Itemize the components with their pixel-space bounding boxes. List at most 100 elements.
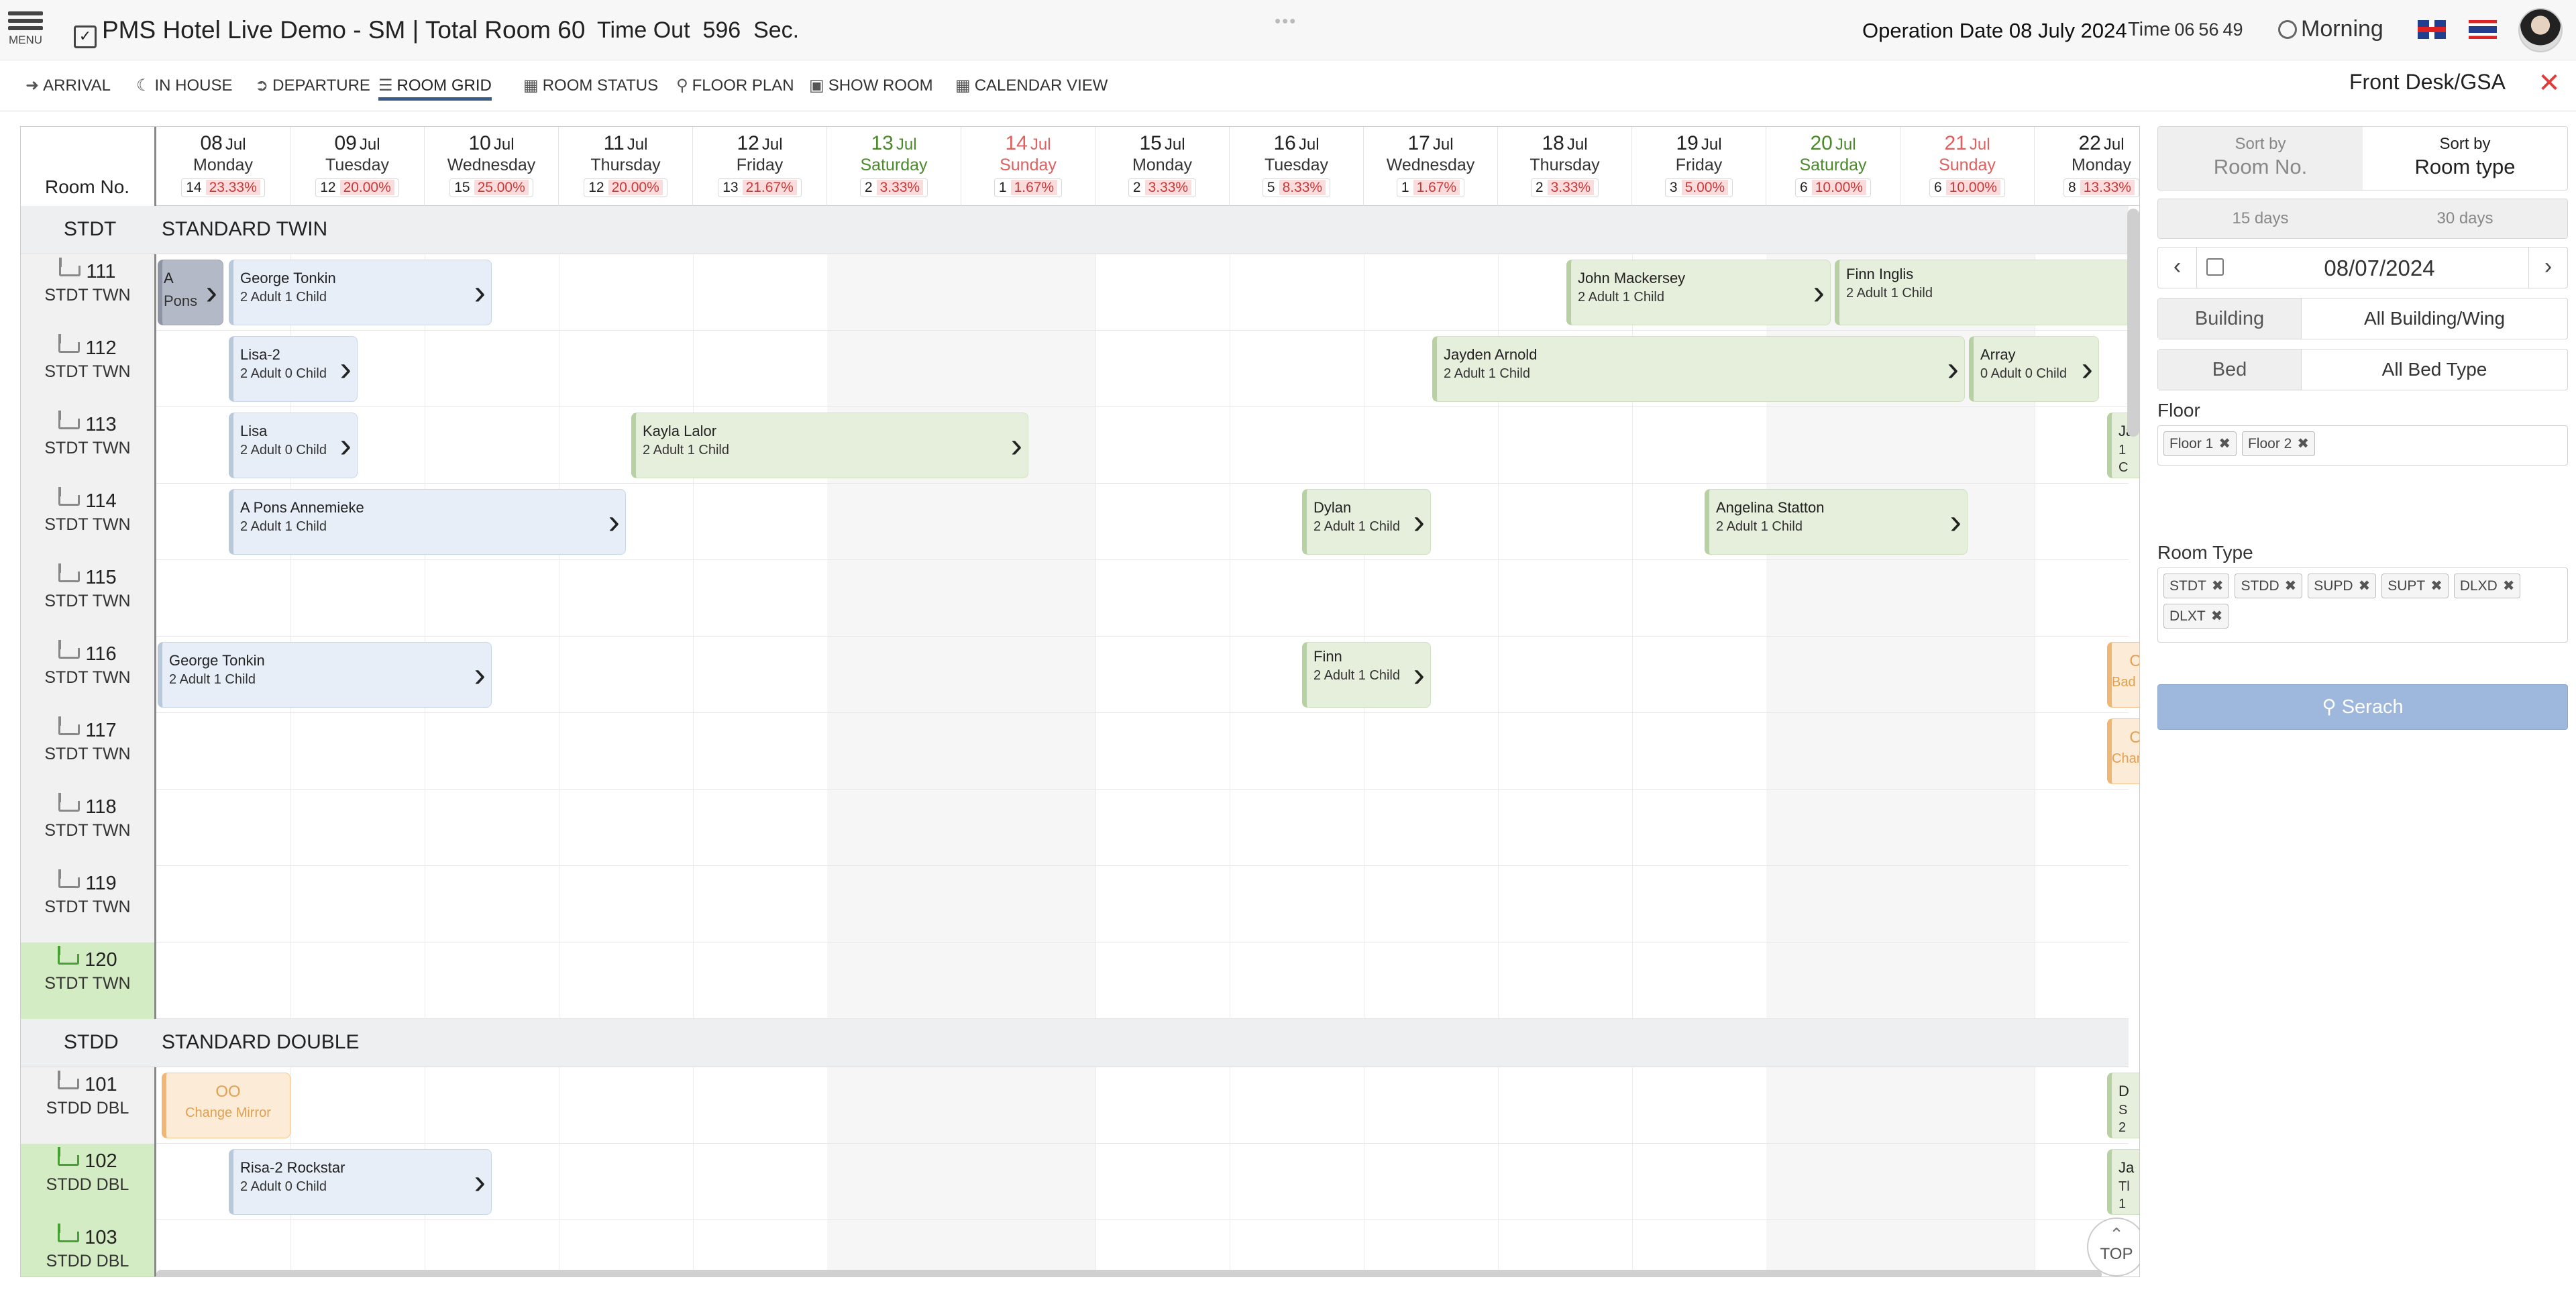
- vertical-scrollbar[interactable]: [2127, 209, 2139, 437]
- room-type-tag[interactable]: STDT ✖: [2163, 574, 2230, 598]
- room-type-code: STDT TWN: [44, 592, 131, 610]
- nav-item-departure[interactable]: ➲ DEPARTURE: [255, 74, 370, 101]
- sort-room-no-button[interactable]: Sort by Room No.: [2158, 127, 2363, 190]
- booking-block[interactable]: Ja Tl 1: [2107, 1149, 2139, 1215]
- room-type-code: STDT TWN: [44, 821, 131, 840]
- room-number: 112: [21, 334, 154, 360]
- day-name: Tuesday: [1265, 156, 1328, 174]
- day-number: 18: [1542, 132, 1564, 154]
- scroll-top-button[interactable]: ⌃ TOP: [2087, 1217, 2139, 1277]
- day-date: 17 Jul: [1364, 132, 1497, 155]
- room-label[interactable]: 102 STDD DBL: [21, 1144, 156, 1220]
- room-label[interactable]: 111 STDT TWN: [21, 254, 156, 331]
- occupancy-count: 13: [722, 180, 739, 195]
- day-name: Friday: [1675, 156, 1723, 174]
- booking-block[interactable]: Jayden Arnold 2 Adult 1 Child ›: [1432, 336, 1965, 402]
- date-input[interactable]: 08/07/2024: [2245, 256, 2514, 281]
- booking-block[interactable]: Lisa-2 2 Adult 0 Child ›: [229, 336, 358, 402]
- booking-block[interactable]: DS 2: [2107, 1073, 2139, 1138]
- room-type-tag[interactable]: STDD ✖: [2235, 574, 2303, 598]
- floor-tag[interactable]: Floor 1 ✖: [2163, 431, 2237, 456]
- booking-block[interactable]: A Pons Annemieke 2 Adult 1 Child ›: [229, 489, 626, 555]
- booking-block[interactable]: Angelina Statton 2 Adult 1 Child ›: [1705, 489, 1968, 555]
- remove-tag-icon[interactable]: ✖: [2359, 578, 2371, 594]
- chevron-right-icon: ›: [1010, 426, 1022, 465]
- search-button[interactable]: ⚲ Serach: [2157, 684, 2568, 730]
- user-avatar[interactable]: [2518, 8, 2563, 52]
- room-label[interactable]: 113 STDT TWN: [21, 407, 156, 484]
- room-label[interactable]: 101 STDD DBL: [21, 1067, 156, 1144]
- section-code: STDT: [64, 218, 117, 240]
- remove-tag-icon[interactable]: ✖: [2211, 608, 2223, 624]
- room-number: 117: [21, 716, 154, 742]
- booking-block[interactable]: George Tonkin 2 Adult 1 Child ›: [229, 260, 492, 325]
- day-date: 18 Jul: [1498, 132, 1631, 155]
- room-type-tag[interactable]: SUPD ✖: [2308, 574, 2377, 598]
- booking-block[interactable]: George Tonkin 2 Adult 1 Child ›: [158, 642, 492, 708]
- booking-block[interactable]: Dylan 2 Adult 1 Child ›: [1302, 489, 1431, 555]
- room-label[interactable]: 115 STDT TWN: [21, 560, 156, 637]
- remove-tag-icon[interactable]: ✖: [2297, 436, 2309, 451]
- day-month: Jul: [2103, 136, 2125, 154]
- nav-item-room-grid[interactable]: ☰ ROOM GRID: [378, 74, 492, 101]
- out-of-order-block[interactable]: OO Change Mirror: [162, 1073, 290, 1138]
- booking-block[interactable]: Kayla Lalor 2 Adult 1 Child ›: [631, 413, 1028, 478]
- nav-item-arrival[interactable]: ➜ ARRIVAL: [25, 74, 111, 101]
- booking-block[interactable]: Risa-2 Rockstar 2 Adult 0 Child ›: [229, 1149, 492, 1215]
- out-of-order-reason: Bad Smell: [2112, 675, 2139, 690]
- bed-select[interactable]: All Bed Type: [2302, 349, 2567, 390]
- day-number: 21: [1944, 132, 1967, 154]
- range-30-days-button[interactable]: 30 days: [2363, 199, 2567, 238]
- nav-item-calendar-view[interactable]: ▦ CALENDAR VIEW: [955, 74, 1108, 101]
- day-column-header: 08 Jul Monday 14 23.33%: [156, 127, 290, 206]
- check-square-icon: ✓: [74, 25, 97, 48]
- remove-tag-icon[interactable]: ✖: [2503, 578, 2515, 594]
- room-label[interactable]: 117 STDT TWN: [21, 713, 156, 790]
- english-flag-icon[interactable]: [2418, 20, 2446, 39]
- room-type-tag[interactable]: SUPT ✖: [2381, 574, 2449, 598]
- floor-tag[interactable]: Floor 2 ✖: [2241, 431, 2315, 456]
- booking-block[interactable]: Array 0 Adult 0 Child ›: [1969, 336, 2099, 402]
- remove-tag-icon[interactable]: ✖: [2212, 578, 2224, 594]
- nav-item-room-status[interactable]: ▦ ROOM STATUS: [523, 74, 658, 101]
- room-type-tag[interactable]: DLXT ✖: [2163, 604, 2229, 629]
- horizontal-scrollbar[interactable]: [156, 1270, 2102, 1277]
- room-label[interactable]: 103 STDD DBL: [21, 1220, 156, 1277]
- section-code: STDD: [64, 1031, 119, 1053]
- booking-block[interactable]: Lisa 2 Adult 0 Child ›: [229, 413, 358, 478]
- drag-handle[interactable]: •••: [1275, 11, 1297, 32]
- booking-block[interactable]: John Mackersey 2 Adult 1 Child ›: [1566, 260, 1831, 325]
- bed-icon: [58, 411, 80, 429]
- room-label[interactable]: 120 STDT TWN: [21, 942, 156, 1019]
- guest-pax: 2 Adult 1 Child: [1313, 668, 1400, 683]
- room-label[interactable]: 118 STDT TWN: [21, 790, 156, 866]
- out-of-order-block[interactable]: OO Bad Smell: [2107, 642, 2139, 708]
- menu-button[interactable]: MENU: [5, 8, 46, 55]
- room-label[interactable]: 119 STDT TWN: [21, 866, 156, 942]
- booking-block[interactable]: Finn Inglis2 Adult 1 Child›: [1835, 260, 2139, 325]
- remove-tag-icon[interactable]: ✖: [2430, 578, 2443, 594]
- next-date-button[interactable]: ›: [2528, 248, 2567, 288]
- occupancy-count: 2: [1535, 180, 1544, 195]
- nav-item-floor-plan[interactable]: ⚲ FLOOR PLAN: [676, 74, 794, 101]
- booking-block[interactable]: Finn 2 Adult 1 Child ›: [1302, 642, 1431, 708]
- close-button[interactable]: ✕: [2536, 70, 2563, 98]
- nav-item-show-room[interactable]: ▣ SHOW ROOM: [809, 74, 933, 101]
- room-type-tag[interactable]: DLXD ✖: [2453, 574, 2521, 598]
- nav-item-in-house[interactable]: ☾ IN HOUSE: [136, 74, 233, 101]
- room-type-multiselect[interactable]: STDT ✖ STDD ✖ SUPD ✖ SUPT ✖ DLXD ✖ DLXT ✖: [2157, 567, 2568, 643]
- out-of-order-block[interactable]: OO Change Mi: [2107, 718, 2139, 784]
- room-label[interactable]: 116 STDT TWN: [21, 637, 156, 713]
- range-15-days-button[interactable]: 15 days: [2158, 199, 2363, 238]
- room-label[interactable]: 114 STDT TWN: [21, 484, 156, 560]
- prev-date-button[interactable]: ‹: [2158, 248, 2197, 288]
- thai-flag-icon[interactable]: [2469, 20, 2497, 39]
- remove-tag-icon[interactable]: ✖: [2218, 436, 2231, 451]
- sort-room-type-button[interactable]: Sort by Room type: [2363, 127, 2567, 190]
- building-select[interactable]: All Building/Wing: [2302, 299, 2567, 339]
- booking-block[interactable]: A Pons ›: [158, 260, 223, 325]
- remove-tag-icon[interactable]: ✖: [2285, 578, 2297, 594]
- bed-icon: [58, 640, 80, 659]
- floor-multiselect[interactable]: Floor 1 ✖ Floor 2 ✖: [2157, 425, 2568, 466]
- room-label[interactable]: 112 STDT TWN: [21, 331, 156, 407]
